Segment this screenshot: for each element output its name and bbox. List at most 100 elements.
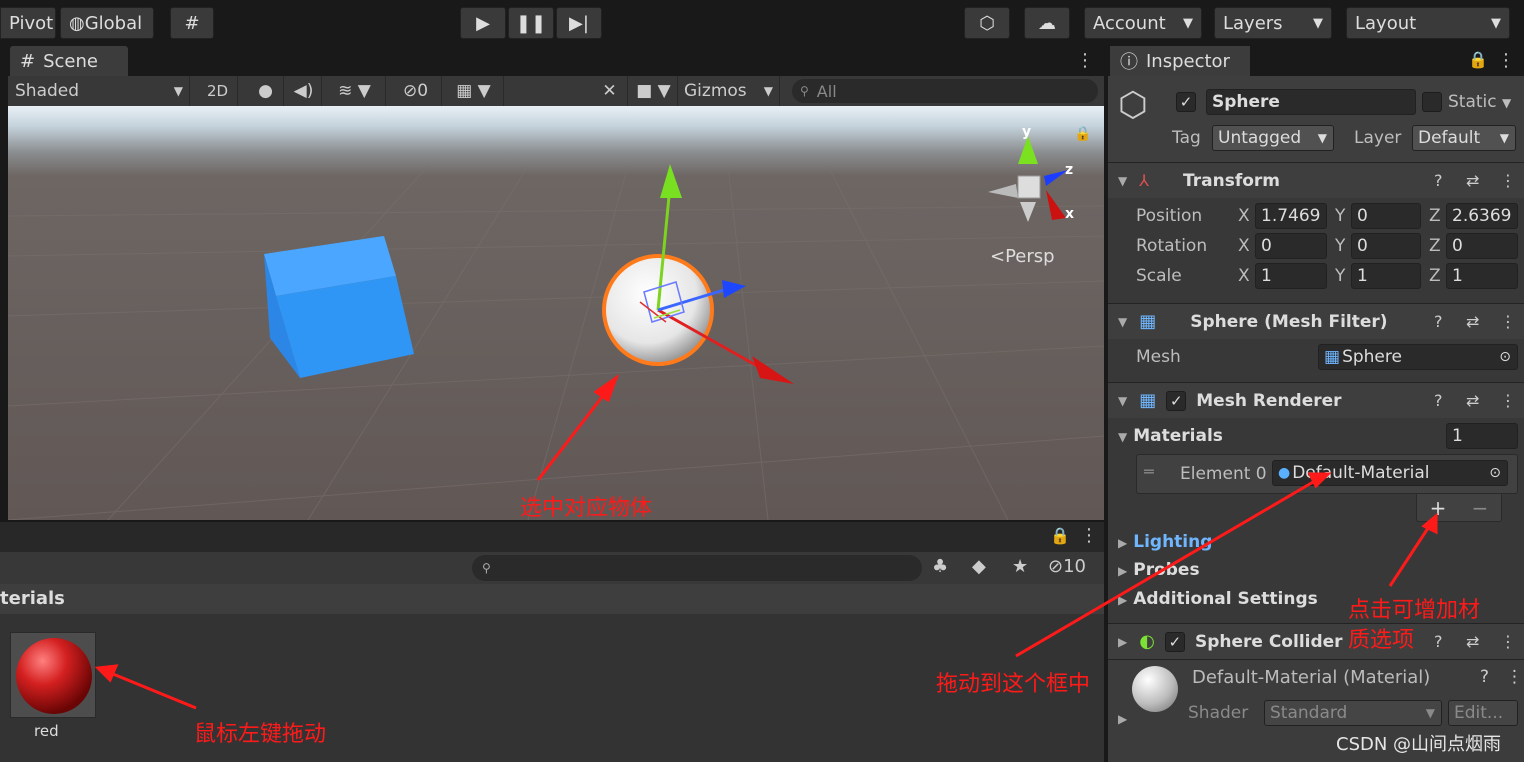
caret-down-icon: ▼ xyxy=(1183,15,1193,31)
grid-dropdown[interactable]: ▦ ▼ xyxy=(444,76,504,106)
component-menu-icon[interactable]: ⋮ xyxy=(1500,312,1516,331)
gizmos-dropdown[interactable]: Gizmos ▼ xyxy=(680,76,780,106)
tab-scene[interactable]: # Scene xyxy=(10,46,128,76)
probes-foldout[interactable]: ▶ Probes xyxy=(1118,560,1200,580)
tools-button[interactable]: ✕ xyxy=(592,76,628,106)
foldout-right-icon[interactable]: ▶ xyxy=(1118,712,1127,726)
component-menu-icon[interactable]: ⋮ xyxy=(1500,391,1516,410)
layer-dropdown[interactable]: Default ▼ xyxy=(1412,125,1516,151)
filter-type-icon[interactable]: ♣ xyxy=(932,556,948,577)
scale-z-field[interactable]: 1 xyxy=(1446,263,1518,289)
collab-button[interactable]: ⬡ xyxy=(964,7,1010,39)
orientation-gizmo[interactable] xyxy=(988,136,1068,222)
account-dropdown[interactable]: Account ▼ xyxy=(1084,7,1202,39)
lock-icon[interactable]: 🔒 xyxy=(1074,126,1091,142)
presets-icon[interactable]: ⇄ xyxy=(1466,171,1479,190)
scale-x-value: 1 xyxy=(1261,266,1272,286)
mesh-renderer-header[interactable]: ▼ ▦ ✓ Mesh Renderer ? ⇄ ⋮ xyxy=(1108,382,1524,418)
foldout-down-icon: ▼ xyxy=(1118,393,1128,408)
rotation-x-field[interactable]: 0 xyxy=(1255,233,1327,259)
help-icon[interactable]: ? xyxy=(1480,667,1489,687)
materials-size-field[interactable]: 1 xyxy=(1446,423,1518,449)
shading-dropdown[interactable]: Shaded ▼ xyxy=(8,76,190,106)
drag-handle-icon[interactable]: ═ xyxy=(1144,462,1154,481)
layers-dropdown[interactable]: Layers ▼ xyxy=(1214,7,1332,39)
project-menu-icon[interactable]: ⋮ xyxy=(1080,525,1098,546)
effects-dropdown[interactable]: ≋ ▼ xyxy=(324,76,386,106)
presets-icon[interactable]: ⇄ xyxy=(1466,312,1479,331)
sphere-collider-header[interactable]: ▶ ◐ ✓ Sphere Collider ? ⇄ ⋮ xyxy=(1108,623,1524,659)
mode-2d-toggle[interactable]: 2D xyxy=(198,76,238,106)
help-icon[interactable]: ? xyxy=(1434,632,1443,651)
mesh-field[interactable]: ▦ Sphere ⊙ xyxy=(1318,344,1518,370)
remove-element-button[interactable]: − xyxy=(1472,496,1489,520)
tag-dropdown[interactable]: Untagged ▼ xyxy=(1212,125,1334,151)
projection-toggle[interactable]: <Persp xyxy=(990,246,1055,267)
rotation-z-field[interactable]: 0 xyxy=(1446,233,1518,259)
mode-2d-label: 2D xyxy=(206,82,229,100)
lighting-foldout[interactable]: ▶ Lighting xyxy=(1118,532,1212,552)
transform-header[interactable]: ▼ ⅄ Transform ? ⇄ ⋮ xyxy=(1108,162,1524,198)
static-checkbox[interactable] xyxy=(1422,92,1442,112)
position-y-field[interactable]: 0 xyxy=(1351,203,1421,229)
component-menu-icon[interactable]: ⋮ xyxy=(1506,667,1523,687)
add-element-button[interactable]: + xyxy=(1430,496,1447,520)
component-menu-icon[interactable]: ⋮ xyxy=(1500,171,1516,190)
scene-menu-icon[interactable]: ⋮ xyxy=(1076,50,1094,71)
hidden-objects-toggle[interactable]: ⊘ 0 xyxy=(390,76,442,106)
tag-icon[interactable]: ◆ xyxy=(972,556,986,577)
static-dropdown[interactable]: Static ▼ xyxy=(1448,92,1511,112)
position-z-field[interactable]: 2.6369 xyxy=(1446,203,1518,229)
audio-toggle[interactable]: ◀) xyxy=(286,76,322,106)
presets-icon[interactable]: ⇄ xyxy=(1466,391,1479,410)
scene-viewport[interactable]: 🔒 y z x <Persp xyxy=(8,106,1104,520)
object-picker-icon[interactable]: ⊙ xyxy=(1499,349,1511,365)
hidden-packages-toggle[interactable]: ⊘10 xyxy=(1048,556,1086,577)
global-toggle[interactable]: ◍ Global xyxy=(60,7,154,39)
annotation-select-object: 选中对应物体 xyxy=(520,496,653,521)
step-button[interactable]: ▶| xyxy=(556,7,602,39)
edit-shader-button[interactable]: Edit... xyxy=(1448,700,1518,726)
mesh-renderer-enabled-checkbox[interactable]: ✓ xyxy=(1166,390,1187,411)
scale-x-field[interactable]: 1 xyxy=(1255,263,1327,289)
element-0-material-field[interactable]: ● Default-Material ⊙ xyxy=(1272,460,1508,486)
scene-search-input[interactable]: ⚲ All xyxy=(792,79,1098,103)
sphere-collider-enabled-checkbox[interactable]: ✓ xyxy=(1164,631,1185,652)
materials-foldout[interactable]: ▼ Materials xyxy=(1118,426,1223,446)
grid-snap-button[interactable]: # xyxy=(170,7,214,39)
lighting-toggle[interactable]: ● xyxy=(248,76,284,106)
inspector-menu-icon[interactable]: ⋮ xyxy=(1497,50,1515,71)
tag-label: Tag xyxy=(1172,128,1201,148)
help-icon[interactable]: ? xyxy=(1434,312,1443,331)
shader-dropdown[interactable]: Standard ▼ xyxy=(1264,700,1442,726)
help-icon[interactable]: ? xyxy=(1434,171,1443,190)
camera-dropdown[interactable]: ■ ▼ xyxy=(630,76,678,106)
component-menu-icon[interactable]: ⋮ xyxy=(1500,632,1516,651)
breadcrumb-folder[interactable]: terials xyxy=(0,588,65,609)
active-checkbox[interactable]: ✓ xyxy=(1176,92,1196,112)
asset-thumbnail[interactable] xyxy=(10,632,96,718)
lock-icon[interactable]: 🔒 xyxy=(1468,50,1488,69)
project-search-input[interactable]: ⚲ xyxy=(472,555,922,581)
object-picker-icon[interactable]: ⊙ xyxy=(1489,465,1501,481)
foldout-right-icon: ▶ xyxy=(1118,593,1128,607)
cube-object[interactable] xyxy=(264,236,414,378)
rotation-y-field[interactable]: 0 xyxy=(1351,233,1421,259)
mesh-filter-header[interactable]: ▼ ▦ Sphere (Mesh Filter) ? ⇄ ⋮ xyxy=(1108,303,1524,339)
additional-settings-foldout[interactable]: ▶ Additional Settings xyxy=(1118,589,1318,609)
cube-icon[interactable]: ⬡ xyxy=(1118,88,1148,122)
presets-icon[interactable]: ⇄ xyxy=(1466,632,1479,651)
lock-icon[interactable]: 🔒 xyxy=(1050,526,1070,545)
pivot-toggle[interactable]: Pivot xyxy=(0,7,56,39)
play-button[interactable]: ▶ xyxy=(460,7,506,39)
position-x-field[interactable]: 1.7469 xyxy=(1255,203,1327,229)
pause-button[interactable]: ❚❚ xyxy=(508,7,554,39)
help-icon[interactable]: ? xyxy=(1434,391,1443,410)
scale-y-field[interactable]: 1 xyxy=(1351,263,1421,289)
additional-settings-label: Additional Settings xyxy=(1133,589,1318,609)
star-icon[interactable]: ★ xyxy=(1012,556,1028,577)
cloud-button[interactable]: ☁ xyxy=(1024,7,1070,39)
object-name-input[interactable]: Sphere xyxy=(1206,89,1416,115)
tab-inspector[interactable]: ⓘ Inspector xyxy=(1110,46,1250,76)
layout-dropdown[interactable]: Layout ▼ xyxy=(1346,7,1510,39)
